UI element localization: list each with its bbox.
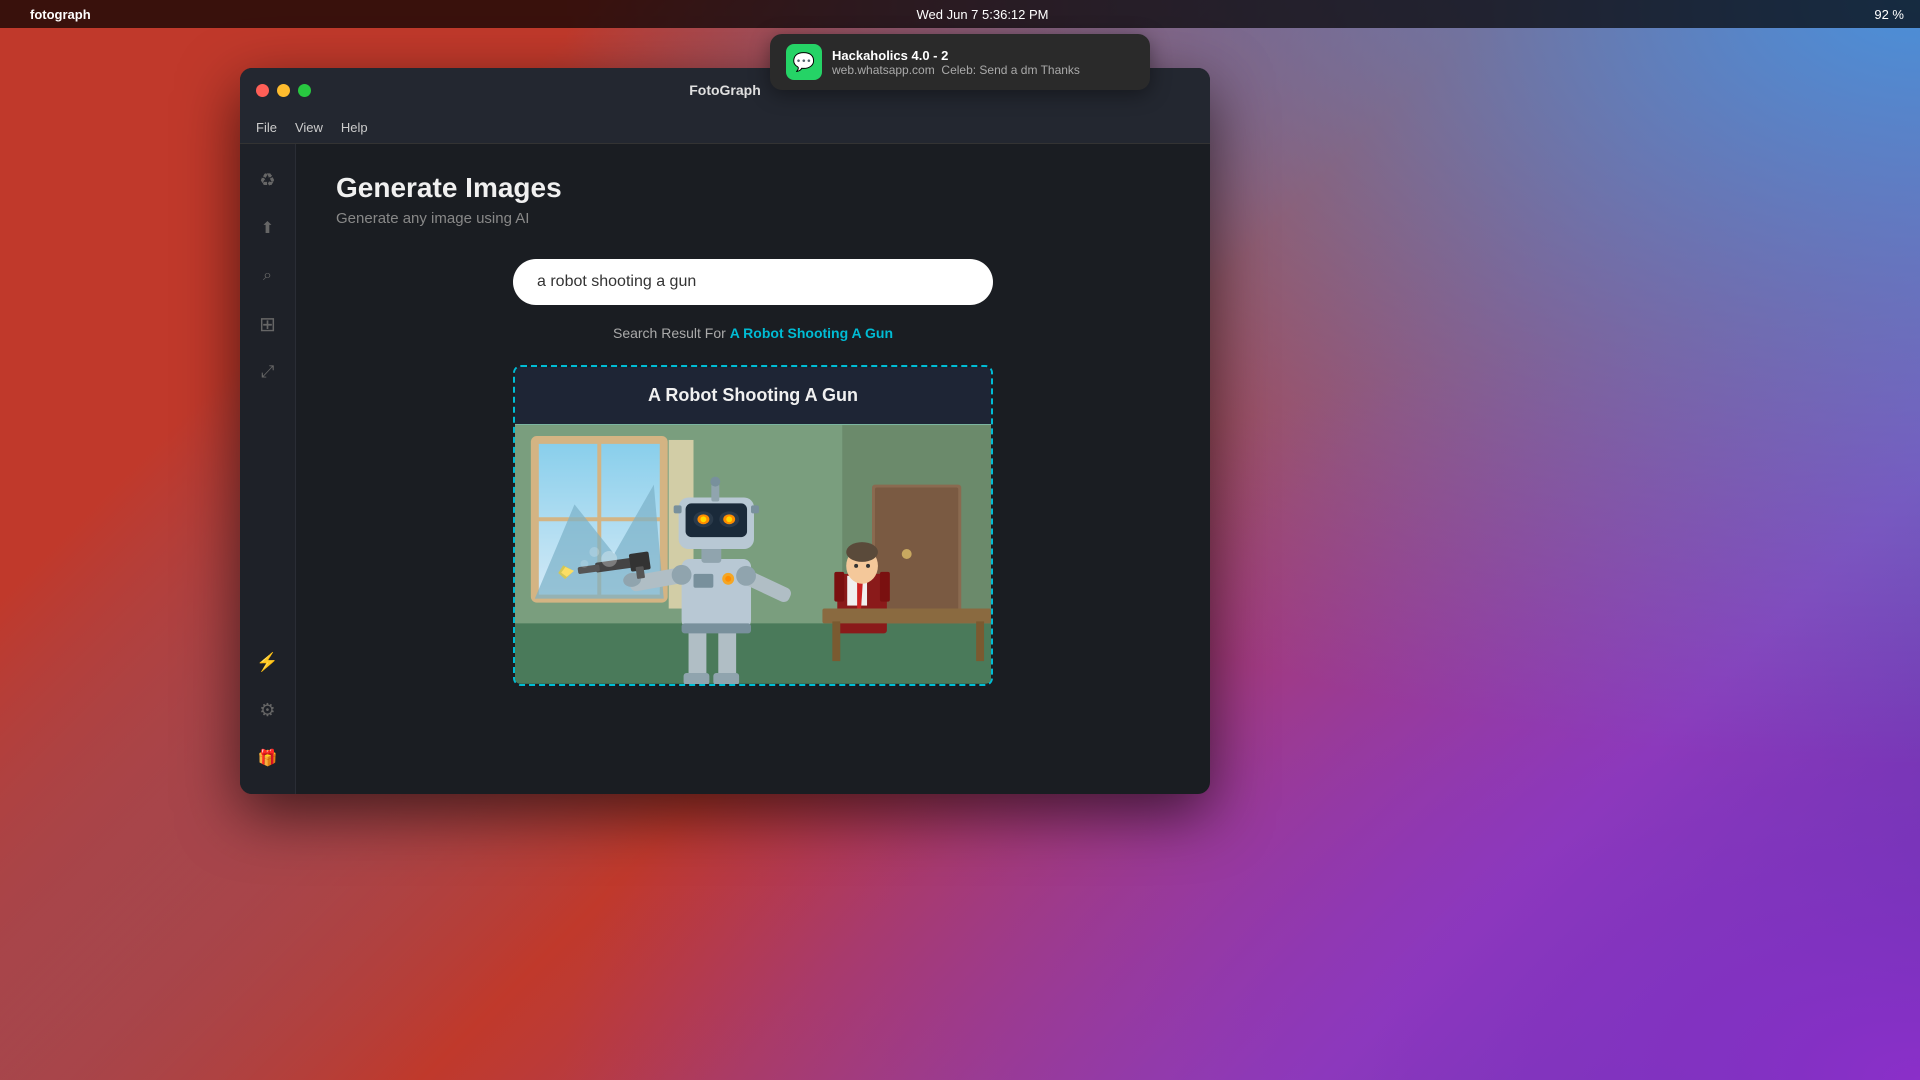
window-controls[interactable] — [256, 84, 311, 97]
menu-view[interactable]: View — [295, 120, 323, 135]
notification[interactable]: 💬 Hackaholics 4.0 - 2 web.whatsapp.com C… — [770, 34, 1150, 90]
content-area: Generate Images Generate any image using… — [296, 144, 1210, 794]
minimize-button[interactable] — [277, 84, 290, 97]
app-body: ♻ ⬆ ⌕ ⊞ ⤢ ⚡ ⚙ 🎁 Generate Images Generate… — [240, 144, 1210, 794]
sidebar-upload[interactable]: ⬆ — [248, 208, 288, 248]
notification-app-icon: 💬 — [786, 44, 822, 80]
menubar-left: fotograph — [16, 7, 91, 22]
search-result-highlight: A Robot Shooting A Gun — [730, 325, 893, 341]
window-title: FotoGraph — [689, 82, 761, 98]
result-card-image — [515, 424, 991, 684]
search-bar — [513, 259, 993, 305]
notification-title: Hackaholics 4.0 - 2 — [832, 48, 1080, 63]
notification-body: web.whatsapp.com Celeb: Send a dm Thanks — [832, 63, 1080, 77]
search-result-text: Search Result For A Robot Shooting A Gun — [336, 325, 1170, 341]
page-subtitle: Generate any image using AI — [336, 210, 1170, 227]
menubar: fotograph Wed Jun 7 5:36:12 PM 92 % — [0, 0, 1920, 28]
app-menu: File View Help — [240, 112, 1210, 144]
menu-help[interactable]: Help — [341, 120, 368, 135]
result-card-header: A Robot Shooting A Gun — [515, 367, 991, 424]
sidebar-recycle[interactable]: ♻ — [248, 160, 288, 200]
battery-icon: 92 % — [1874, 7, 1904, 22]
sidebar-gift[interactable]: 🎁 — [248, 738, 288, 778]
menubar-right: 92 % — [1874, 7, 1904, 22]
notification-content: Hackaholics 4.0 - 2 web.whatsapp.com Cel… — [832, 48, 1080, 77]
sidebar-settings[interactable]: ⚙ — [248, 690, 288, 730]
menu-file[interactable]: File — [256, 120, 277, 135]
sidebar-search[interactable]: ⌕ — [248, 256, 288, 296]
sidebar-bolt[interactable]: ⚡ — [248, 642, 288, 682]
search-input[interactable] — [537, 273, 969, 291]
sidebar-compress[interactable]: ⤢ — [248, 352, 288, 392]
result-card: A Robot Shooting A Gun — [513, 365, 993, 686]
result-card-title: A Robot Shooting A Gun — [648, 385, 858, 405]
page-title: Generate Images — [336, 172, 1170, 204]
menubar-time: Wed Jun 7 5:36:12 PM — [917, 7, 1049, 22]
menubar-app-name: fotograph — [30, 7, 91, 22]
app-window: FotoGraph File View Help ♻ ⬆ ⌕ ⊞ ⤢ ⚡ ⚙ 🎁… — [240, 68, 1210, 794]
robot-scene-svg — [515, 424, 991, 684]
maximize-button[interactable] — [298, 84, 311, 97]
sidebar: ♻ ⬆ ⌕ ⊞ ⤢ ⚡ ⚙ 🎁 — [240, 144, 296, 794]
search-input-wrapper — [513, 259, 993, 305]
sidebar-grid[interactable]: ⊞ — [248, 304, 288, 344]
close-button[interactable] — [256, 84, 269, 97]
